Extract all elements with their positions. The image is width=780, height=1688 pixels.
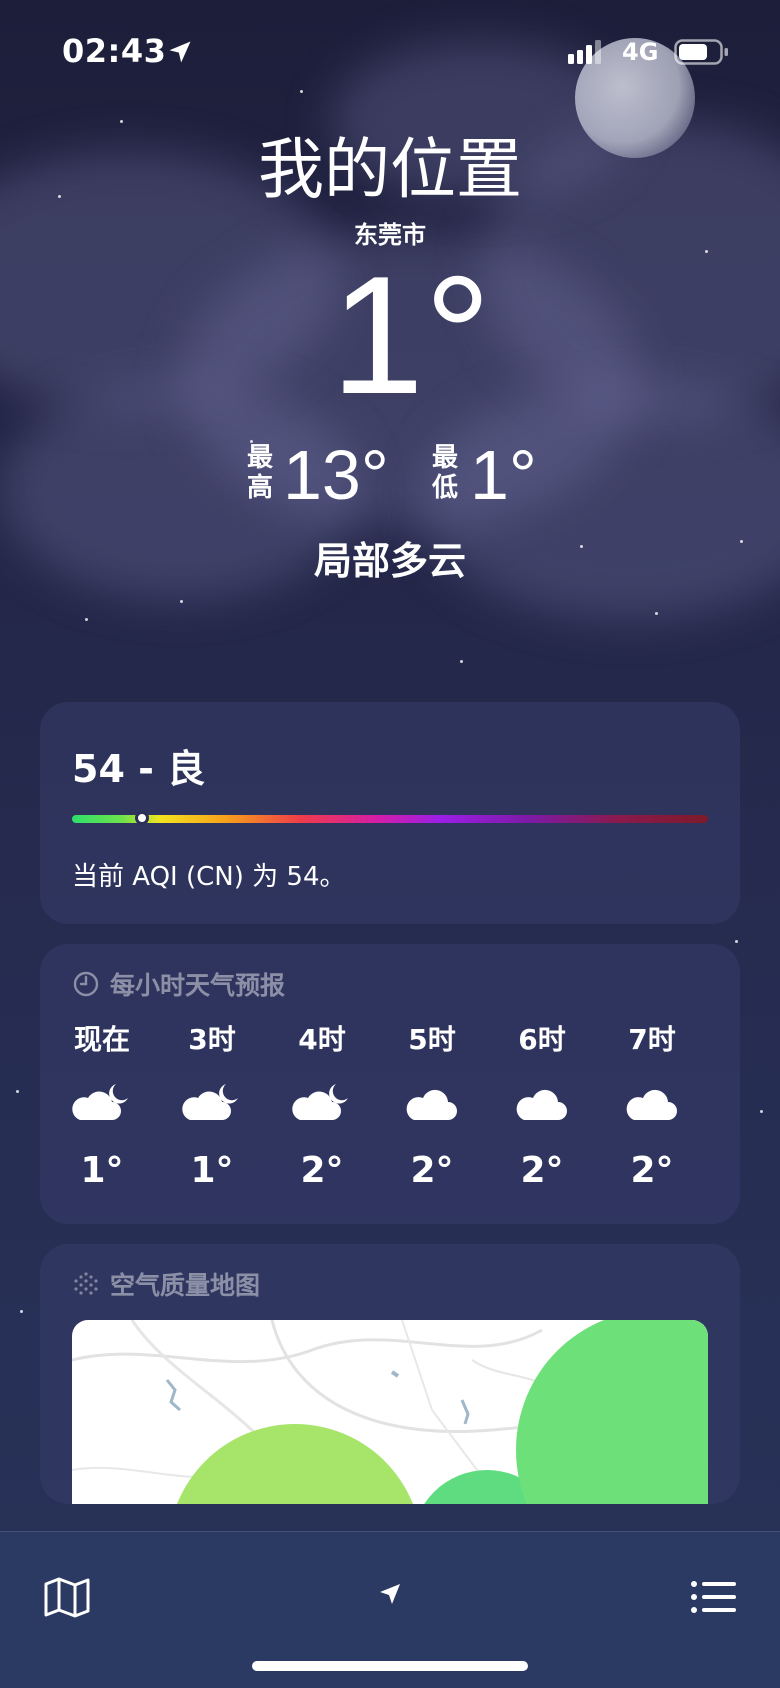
cloud-icon: [626, 1089, 677, 1120]
cloud-moon-icon: [182, 1084, 238, 1120]
cloud-moon-icon: [292, 1084, 348, 1120]
hourly-item: 5时 2°: [382, 1018, 482, 1191]
battery-icon: [674, 39, 728, 65]
dotted-grid-icon: [74, 1272, 98, 1295]
hourly-item: 4时 2°: [272, 1018, 372, 1191]
hourly-time: 现在: [73, 1023, 130, 1056]
cloud-icon: [406, 1089, 457, 1120]
status-bar: 02:43 4G: [0, 0, 780, 100]
aqi-scale-bar: [72, 815, 708, 823]
hourly-time: 3时: [188, 1023, 236, 1056]
hourly-time: 5时: [408, 1023, 456, 1056]
aqi-description: 当前 AQI (CN) 为 54。: [72, 862, 346, 892]
air-quality-map-header: 空气质量地图: [72, 1266, 260, 1302]
air-quality-map-title: 空气质量地图: [110, 1271, 261, 1300]
hourly-forecast-header: 每小时天气预报: [72, 966, 285, 1002]
current-weather-header: 我的位置 东莞市 1°: [0, 130, 780, 420]
home-indicator: [252, 1661, 528, 1671]
hourly-forecast-title: 每小时天气预报: [110, 971, 286, 1000]
hourly-item: 6时 2°: [492, 1018, 592, 1191]
hourly-temperature: 1°: [190, 1150, 234, 1191]
hourly-time: 4时: [298, 1023, 346, 1056]
weather-condition: 局部多云: [313, 539, 466, 583]
hourly-temperature: 2°: [300, 1150, 344, 1191]
cellular-signal-icon: [568, 40, 601, 64]
low-label: 最低: [431, 443, 458, 503]
hourly-temperature: 2°: [410, 1150, 454, 1191]
high-temperature: 13°: [283, 436, 389, 514]
hourly-time: 6时: [518, 1023, 566, 1056]
hourly-time: 7时: [628, 1023, 676, 1056]
hourly-item: 3时 1°: [162, 1018, 262, 1191]
hourly-temperature: 2°: [520, 1150, 564, 1191]
current-temperature: 1°: [330, 241, 492, 429]
hourly-item: 现在 1°: [52, 1018, 152, 1191]
high-label: 最高: [246, 443, 273, 503]
hourly-item: 7时 2°: [602, 1018, 702, 1191]
aqi-title: 54 - 良: [72, 747, 206, 791]
clock-icon: [73, 971, 99, 997]
location-services-icon: [169, 41, 191, 63]
cloud-icon: [516, 1089, 567, 1120]
map-icon[interactable]: [44, 1576, 90, 1618]
hourly-temperature: 1°: [80, 1150, 124, 1191]
air-quality-map[interactable]: [72, 1320, 708, 1504]
hourly-temperature: 2°: [630, 1150, 674, 1191]
aqi-level-indicator: [134, 811, 149, 825]
status-time: 02:43: [62, 32, 167, 70]
high-low-temperatures: 最高 13° 最低 1°: [0, 435, 780, 515]
location-title: 我的位置: [258, 131, 522, 208]
list-icon[interactable]: [690, 1580, 736, 1614]
network-type: 4G: [622, 38, 659, 66]
location-arrow-icon[interactable]: [378, 1582, 402, 1606]
cloud-moon-icon: [72, 1084, 128, 1120]
low-temperature: 1°: [470, 436, 537, 514]
